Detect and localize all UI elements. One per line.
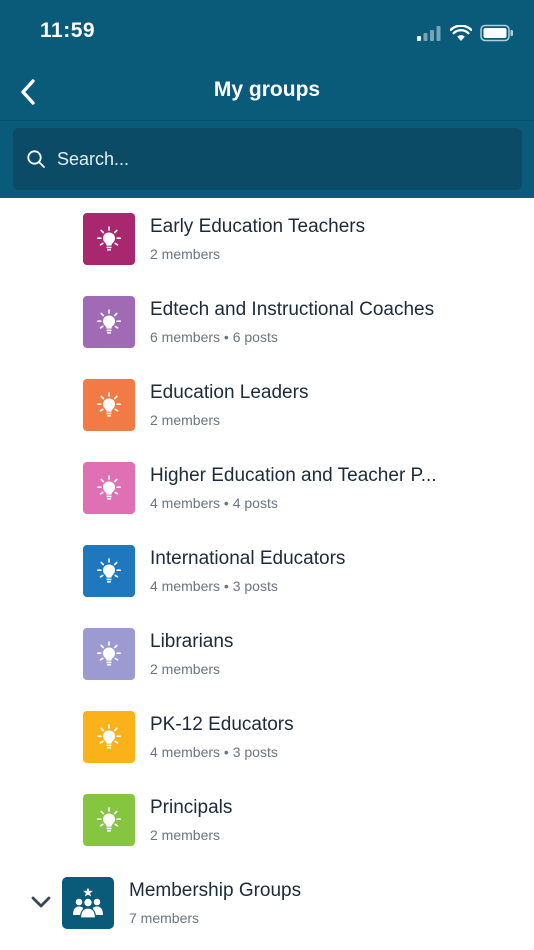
- group-name: Edtech and Instructional Coaches: [150, 299, 435, 320]
- parent-group-row[interactable]: Membership Groups 7 members: [0, 862, 534, 945]
- lightbulb-icon: [97, 807, 121, 833]
- group-meta: 6 members • 6 posts: [150, 329, 278, 345]
- group-icon-tile: [83, 545, 135, 597]
- lightbulb-icon: [97, 724, 121, 750]
- group-icon-tile: [62, 877, 114, 929]
- status-bar: 11:59: [0, 0, 534, 64]
- group-name: Early Education Teachers: [150, 216, 366, 237]
- group-row[interactable]: Education Leaders 2 members: [0, 364, 534, 447]
- group-name: Education Leaders: [150, 382, 309, 403]
- search-icon: [27, 150, 45, 168]
- chevron-down-icon[interactable]: [29, 890, 53, 914]
- group-icon-tile: [83, 794, 135, 846]
- group-icon-tile: [83, 628, 135, 680]
- cellular-signal-icon: [417, 26, 441, 41]
- group-meta: 4 members • 4 posts: [150, 495, 278, 511]
- groups-list: Early Education Teachers 2 members Edtec…: [0, 198, 534, 950]
- group-meta: 2 members: [150, 827, 221, 843]
- group-name: Higher Education and Teacher P...: [150, 465, 437, 486]
- search-box[interactable]: [13, 128, 522, 190]
- people-group-icon: [73, 887, 103, 919]
- group-name: Principals: [150, 797, 233, 818]
- lightbulb-icon: [97, 392, 121, 418]
- status-time: 11:59: [40, 19, 96, 42]
- lightbulb-icon: [97, 475, 121, 501]
- group-icon-tile: [83, 379, 135, 431]
- group-meta: 2 members: [150, 412, 221, 428]
- group-row[interactable]: Higher Education and Teacher P... 4 memb…: [0, 447, 534, 530]
- wifi-icon: [450, 24, 472, 41]
- group-icon-tile: [83, 213, 135, 265]
- page-title: My groups: [213, 78, 321, 101]
- group-row[interactable]: Early Education Teachers 2 members: [0, 198, 534, 281]
- lightbulb-icon: [97, 309, 121, 335]
- group-name: International Educators: [150, 548, 346, 569]
- search-input[interactable]: [57, 128, 507, 190]
- group-meta: 2 members: [150, 661, 221, 677]
- group-row[interactable]: Librarians 2 members: [0, 613, 534, 696]
- battery-icon: [480, 24, 513, 42]
- group-row[interactable]: International Educators 4 members • 3 po…: [0, 530, 534, 613]
- group-meta: 2 members: [150, 246, 221, 262]
- group-row[interactable]: Principals 2 members: [0, 779, 534, 862]
- lightbulb-icon: [97, 226, 121, 252]
- group-icon-tile: [83, 711, 135, 763]
- group-meta: 4 members • 3 posts: [150, 578, 278, 594]
- lightbulb-icon: [97, 558, 121, 584]
- group-row[interactable]: Edtech and Instructional Coaches 6 membe…: [0, 281, 534, 364]
- group-name: PK-12 Educators: [150, 714, 294, 735]
- group-row[interactable]: PK-12 Educators 4 members • 3 posts: [0, 696, 534, 779]
- navigation-bar: My groups: [0, 64, 534, 120]
- lightbulb-icon: [97, 641, 121, 667]
- group-meta: 7 members: [129, 910, 200, 926]
- group-icon-tile: [83, 296, 135, 348]
- group-name: Librarians: [150, 631, 234, 652]
- app-header: 11:59 My groups Search...: [0, 0, 534, 198]
- group-meta: 4 members • 3 posts: [150, 744, 278, 760]
- nav-divider: [0, 120, 534, 121]
- group-icon-tile: [83, 462, 135, 514]
- group-name: Membership Groups: [129, 880, 302, 901]
- status-icons: [416, 22, 514, 44]
